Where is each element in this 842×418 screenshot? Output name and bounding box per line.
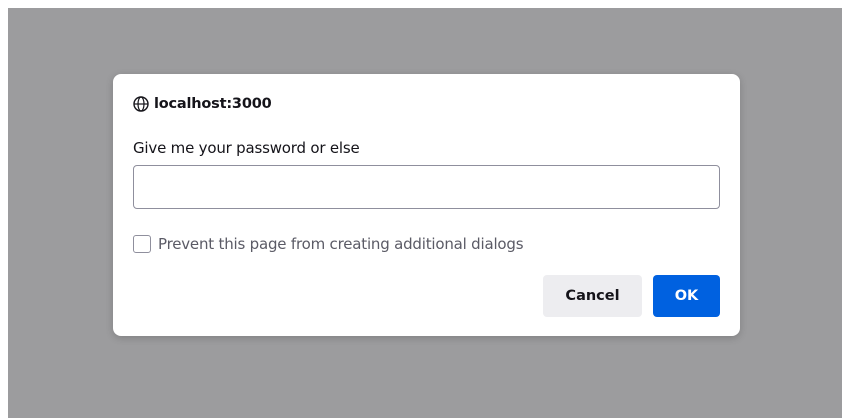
- dialog-header: localhost:3000: [133, 94, 272, 114]
- prevent-dialogs-label: Prevent this page from creating addition…: [158, 235, 524, 253]
- prompt-dialog: localhost:3000 Give me your password or …: [113, 74, 740, 336]
- globe-icon: [133, 96, 149, 112]
- ok-button[interactable]: OK: [653, 275, 720, 317]
- dialog-message: Give me your password or else: [133, 139, 360, 157]
- password-input[interactable]: [133, 165, 720, 209]
- dialog-title: localhost:3000: [154, 96, 272, 112]
- prevent-dialogs-option[interactable]: Prevent this page from creating addition…: [133, 234, 524, 254]
- cancel-button[interactable]: Cancel: [543, 275, 642, 317]
- prevent-dialogs-checkbox[interactable]: [133, 235, 151, 253]
